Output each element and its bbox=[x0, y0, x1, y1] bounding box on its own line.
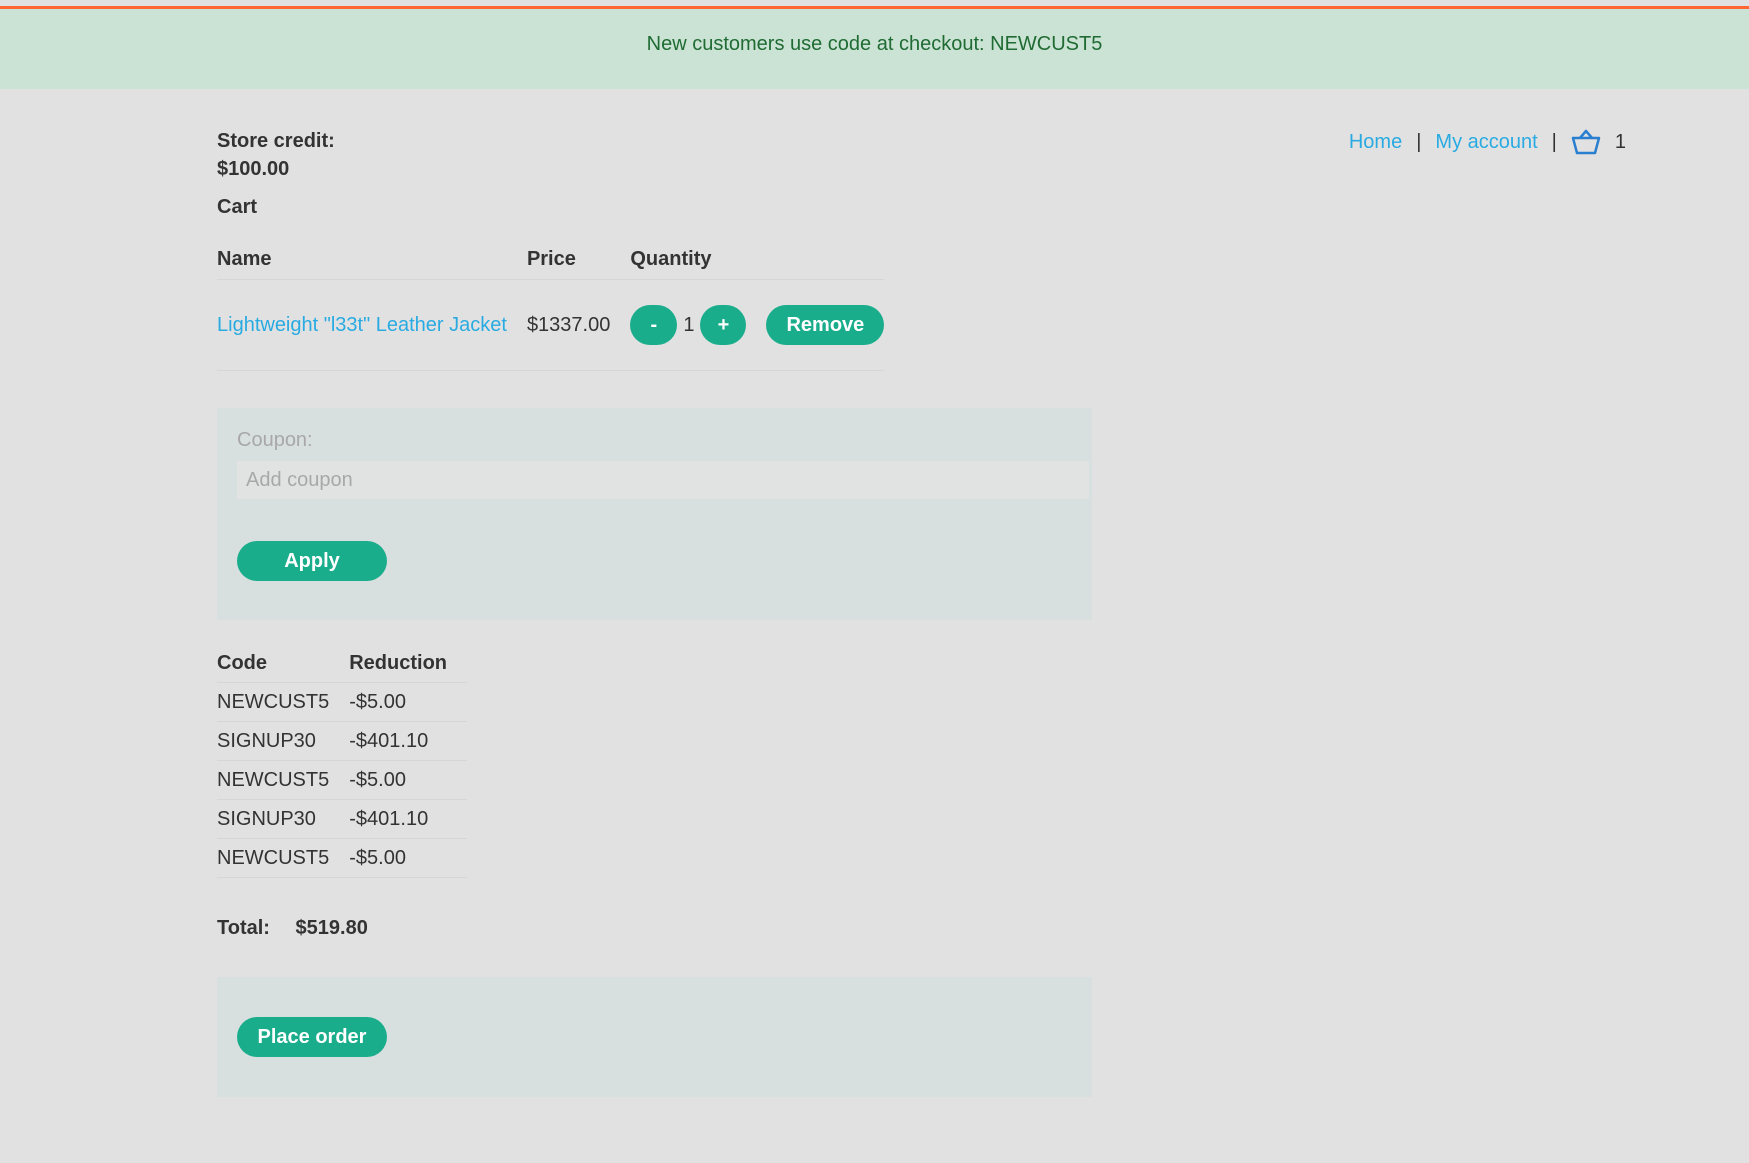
coupon-form: Coupon: Apply bbox=[217, 408, 1092, 620]
reduction-amount: -$401.10 bbox=[349, 799, 468, 839]
reduction-code: SIGNUP30 bbox=[217, 799, 350, 839]
reductions-header-code: Code bbox=[217, 651, 267, 674]
cart-header-quantity: Quantity bbox=[630, 239, 767, 280]
decrease-quantity-button[interactable]: - bbox=[630, 305, 678, 345]
cart-count: 1 bbox=[1614, 130, 1626, 153]
quantity-value: 1 bbox=[683, 313, 695, 336]
store-credit-amount: $100.00 bbox=[217, 158, 290, 180]
total-value: $519.80 bbox=[295, 917, 368, 939]
cart-header-actions bbox=[766, 239, 885, 280]
reduction-code: NEWCUST5 bbox=[217, 760, 350, 800]
increase-quantity-button[interactable]: + bbox=[700, 305, 747, 345]
order-total: Total: $519.80 bbox=[217, 917, 368, 940]
reduction-code: NEWCUST5 bbox=[217, 838, 350, 878]
nav-separator: | bbox=[1416, 130, 1422, 153]
reduction-row: SIGNUP30 -$401.10 bbox=[217, 799, 468, 839]
quantity-stepper: - 1 + bbox=[630, 280, 747, 370]
place-order-form: Place order bbox=[217, 977, 1092, 1097]
reduction-row: SIGNUP30 -$401.10 bbox=[217, 721, 468, 761]
nav-separator: | bbox=[1551, 130, 1557, 153]
cart-item-row: Lightweight "l33t" Leather Jacket $1337.… bbox=[217, 279, 885, 371]
coupon-label: Coupon: bbox=[237, 429, 313, 451]
coupon-input[interactable] bbox=[237, 461, 1089, 499]
reductions-header-row: Code Reduction bbox=[217, 644, 467, 683]
cart-item-name-link[interactable]: Lightweight "l33t" Leather Jacket bbox=[217, 314, 507, 336]
reductions-header-reduction: Reduction bbox=[349, 651, 448, 674]
reduction-code: SIGNUP30 bbox=[217, 721, 350, 761]
store-credit-label: Store credit: bbox=[217, 130, 335, 152]
reduction-row: NEWCUST5 -$5.00 bbox=[217, 682, 468, 722]
cart-header-price: Price bbox=[526, 239, 631, 280]
reduction-amount: -$5.00 bbox=[349, 682, 468, 722]
cart-title: Cart bbox=[217, 196, 258, 218]
cart-item-price: $1337.00 bbox=[526, 279, 631, 371]
reductions-table: Code Reduction NEWCUST5 -$5.00 SIGNUP30 … bbox=[217, 644, 468, 878]
header-nav: Home | My account | 1 bbox=[1349, 129, 1626, 155]
remove-item-button[interactable]: Remove bbox=[766, 305, 885, 345]
reduction-amount: -$5.00 bbox=[349, 838, 468, 878]
reduction-code: NEWCUST5 bbox=[217, 682, 350, 722]
cart-basket-icon[interactable] bbox=[1571, 129, 1601, 155]
reduction-amount: -$5.00 bbox=[349, 760, 468, 800]
reduction-row: NEWCUST5 -$5.00 bbox=[217, 838, 468, 878]
nav-home-link[interactable]: Home bbox=[1349, 131, 1402, 154]
nav-my-account-link[interactable]: My account bbox=[1435, 131, 1537, 154]
cart-header-row: Name Price Quantity bbox=[217, 239, 885, 280]
cart-header-name: Name bbox=[217, 239, 527, 280]
place-order-button[interactable]: Place order bbox=[237, 1017, 387, 1057]
promo-banner-text: New customers use code at checkout: NEWC… bbox=[646, 32, 1103, 55]
reduction-row: NEWCUST5 -$5.00 bbox=[217, 760, 468, 800]
reduction-amount: -$401.10 bbox=[349, 721, 468, 761]
total-label: Total: bbox=[217, 917, 270, 939]
apply-coupon-button[interactable]: Apply bbox=[237, 541, 387, 581]
promo-banner: New customers use code at checkout: NEWC… bbox=[0, 9, 1749, 89]
store-credit: Store credit: $100.00 bbox=[217, 127, 335, 183]
cart-table: Name Price Quantity Lightweight "l33t" L… bbox=[217, 239, 885, 371]
top-accent-line bbox=[0, 0, 1749, 9]
main-container: Home | My account | 1 Store credit: $100… bbox=[217, 89, 1634, 1163]
